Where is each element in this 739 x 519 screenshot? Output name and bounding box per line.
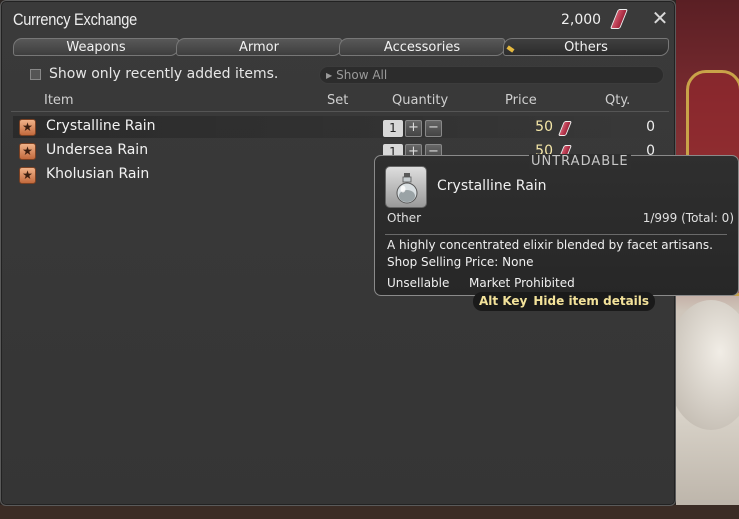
triangle-right-icon: ▶ (326, 71, 333, 80)
tooltip-item-name: Crystalline Rain (437, 178, 547, 194)
column-header-qty: Qty. (605, 93, 631, 108)
tooltip-divider (385, 234, 727, 235)
item-name: Kholusian Rain (46, 166, 150, 182)
quantity-input[interactable]: 1 (383, 120, 403, 137)
potion-bottle-icon (385, 166, 427, 208)
star-icon: ★ (19, 143, 36, 160)
tooltip-market: Market Prohibited (469, 276, 575, 290)
recent-items-checkbox[interactable] (30, 69, 41, 80)
tooltip-unsellable: Unsellable (387, 276, 450, 290)
background-floor (0, 505, 739, 519)
list-item[interactable]: ★ Crystalline Rain 1 + − 50 0 (13, 116, 669, 138)
background-table (666, 300, 739, 430)
filter-row: Show only recently added items. ▶ Show Al… (1, 64, 677, 86)
item-tooltip: UNTRADABLE Crystalline Rain Other 1/999 … (374, 154, 739, 296)
currency-gem-icon (609, 9, 629, 29)
column-header-set: Set (327, 93, 349, 108)
column-header-quantity: Quantity (392, 93, 449, 108)
untradable-tag: UNTRADABLE (529, 154, 631, 169)
tooltip-description: A highly concentrated elixir blended by … (387, 238, 713, 252)
show-all-dropdown[interactable]: ▶ Show All (319, 66, 664, 84)
tooltip-category: Other (387, 211, 422, 225)
decrement-button[interactable]: − (425, 120, 442, 137)
tab-accessories[interactable]: Accessories (339, 38, 505, 56)
column-header-price: Price (505, 93, 537, 108)
quantity-stepper: 1 + − (383, 120, 442, 138)
window-title: Currency Exchange (13, 10, 138, 29)
tab-armor[interactable]: Armor (176, 38, 342, 56)
category-tabs: Weapons Armor Accessories Others (13, 38, 669, 58)
hint-key: Alt Key (479, 294, 528, 308)
recent-items-label[interactable]: Show only recently added items. (49, 66, 278, 82)
item-name: Crystalline Rain (46, 118, 156, 134)
close-button[interactable]: ✕ (649, 7, 671, 29)
currency-gem-icon (557, 121, 573, 136)
item-price: 50 (535, 119, 553, 135)
tooltip-sell-price: Shop Selling Price: None (387, 255, 534, 269)
currency-balance: 2,000 (561, 12, 602, 28)
item-name: Undersea Rain (46, 142, 149, 158)
column-header-item: Item (44, 93, 74, 108)
star-icon: ★ (19, 167, 36, 184)
tooltip-stack: 1/999 (Total: 0) (642, 211, 734, 225)
hint-action: Hide item details (533, 294, 650, 308)
owned-qty: 0 (646, 119, 655, 135)
star-icon: ★ (19, 119, 36, 136)
header-divider (11, 111, 669, 112)
tab-weapons[interactable]: Weapons (13, 38, 179, 56)
dropdown-value: Show All (336, 68, 388, 82)
tab-others[interactable]: Others (503, 38, 669, 56)
key-hint: Alt Key Hide item details (473, 292, 656, 311)
increment-button[interactable]: + (405, 120, 422, 137)
title-bar[interactable]: Currency Exchange 2,000 ✕ (1, 1, 677, 37)
